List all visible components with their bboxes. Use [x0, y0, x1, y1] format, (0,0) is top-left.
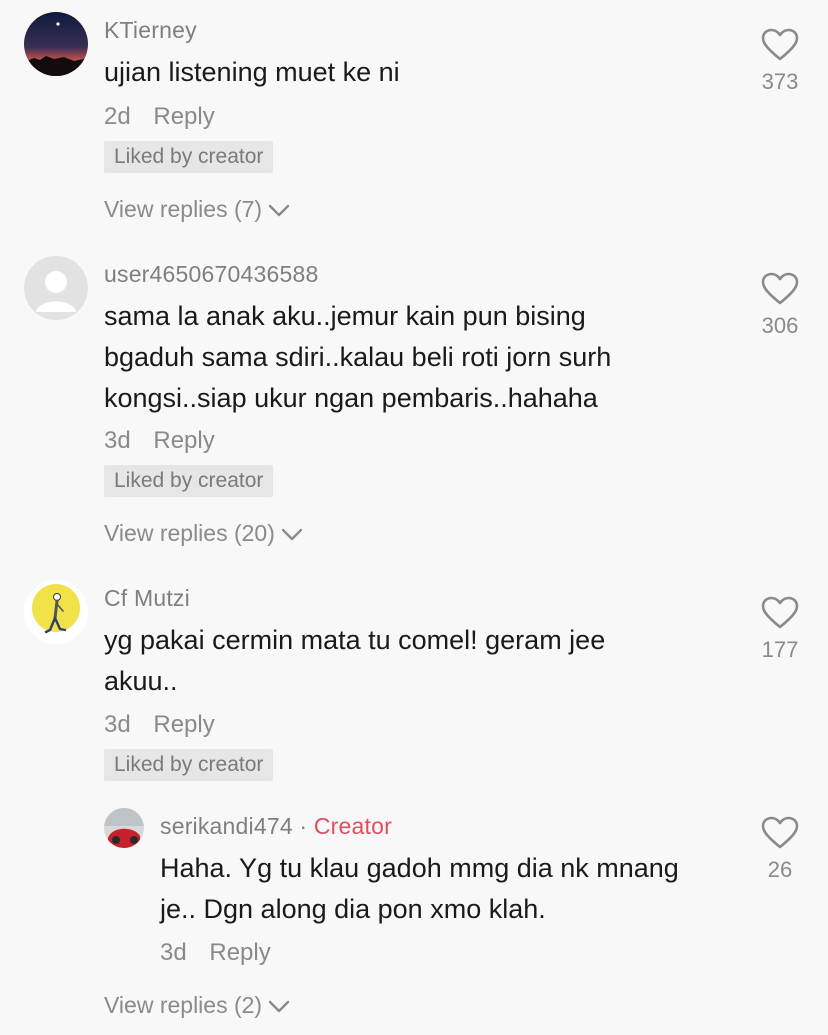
like-button[interactable]: 306 — [750, 272, 810, 339]
view-replies-button[interactable]: View replies (7) — [104, 196, 290, 223]
chevron-down-icon — [281, 528, 303, 541]
comment-time: 3d — [104, 427, 131, 454]
reply-button[interactable]: Reply — [153, 103, 214, 130]
reply-text-line: Haha. Yg tu klau gadoh mmg dia nk mnang — [160, 853, 679, 883]
heart-outline-icon — [761, 272, 799, 305]
comment-text-line: yg pakai cermin mata tu comel! geram jee — [104, 625, 606, 655]
like-count: 26 — [767, 857, 793, 882]
like-count: 306 — [761, 313, 799, 338]
comment-username[interactable]: Cf Mutzi — [104, 585, 190, 612]
comment-text: ujian listening muet ke ni — [104, 52, 400, 93]
comments-list: KTierney ujian listening muet ke ni 2d R… — [0, 0, 828, 1035]
view-replies-label: View replies (2) — [104, 992, 263, 1018]
creator-tag: Creator — [313, 813, 392, 839]
like-count: 177 — [761, 637, 799, 662]
comment-meta: 3d Reply — [104, 711, 215, 739]
chevron-down-icon — [268, 1000, 290, 1013]
comment-text-line: kongsi..siap ukur ngan pembaris..hahaha — [104, 383, 598, 413]
comment-username[interactable]: user4650670436588 — [104, 261, 318, 288]
comment-text: sama la anak aku..jemur kain pun bising … — [104, 296, 611, 419]
liked-by-creator-badge: Liked by creator — [104, 465, 274, 497]
reply-button[interactable]: Reply — [153, 427, 214, 454]
separator-dot: · — [299, 813, 308, 839]
liked-by-creator-badge: Liked by creator — [104, 141, 274, 173]
chevron-down-icon — [268, 204, 290, 217]
comment-meta: 3d Reply — [104, 427, 215, 455]
reply-time: 3d — [160, 939, 187, 966]
comment-text-line: bgaduh sama sdiri..kalau beli roti jorn … — [104, 342, 612, 372]
comment-text-line: ujian listening muet ke ni — [104, 57, 400, 87]
comment-text: yg pakai cermin mata tu comel! geram jee… — [104, 620, 605, 702]
like-count: 373 — [761, 69, 799, 94]
view-replies-button[interactable]: View replies (20) — [104, 520, 303, 547]
view-replies-label: View replies (7) — [104, 196, 263, 222]
heart-outline-icon — [761, 816, 799, 849]
avatar[interactable] — [24, 256, 88, 320]
reply-meta: 3d Reply — [160, 939, 271, 967]
like-button[interactable]: 26 — [750, 816, 810, 883]
reply-username[interactable]: serikandi474 — [160, 813, 293, 839]
creator-avatar[interactable] — [104, 808, 144, 848]
view-replies-button[interactable]: View replies (2) — [104, 992, 290, 1019]
comment-text-line: sama la anak aku..jemur kain pun bising — [104, 301, 586, 331]
comment-text-line: akuu.. — [104, 666, 178, 696]
liked-by-creator-badge: Liked by creator — [104, 749, 274, 781]
reply-button[interactable]: Reply — [153, 711, 214, 738]
comment-username[interactable]: KTierney — [104, 17, 197, 44]
reply-username-row: serikandi474 · Creator — [160, 813, 392, 840]
like-button[interactable]: 373 — [750, 28, 810, 95]
view-replies-label: View replies (20) — [104, 520, 275, 546]
heart-outline-icon — [761, 596, 799, 629]
like-button[interactable]: 177 — [750, 596, 810, 663]
reply-button[interactable]: Reply — [209, 939, 270, 966]
avatar[interactable] — [24, 580, 88, 644]
reply-text: Haha. Yg tu klau gadoh mmg dia nk mnang … — [160, 848, 679, 930]
reply-text-line: je.. Dgn along dia pon xmo klah. — [160, 894, 546, 924]
avatar[interactable] — [24, 12, 88, 76]
comment-time: 3d — [104, 711, 131, 738]
heart-outline-icon — [761, 28, 799, 61]
comment-meta: 2d Reply — [104, 103, 215, 131]
comment-time: 2d — [104, 103, 131, 130]
